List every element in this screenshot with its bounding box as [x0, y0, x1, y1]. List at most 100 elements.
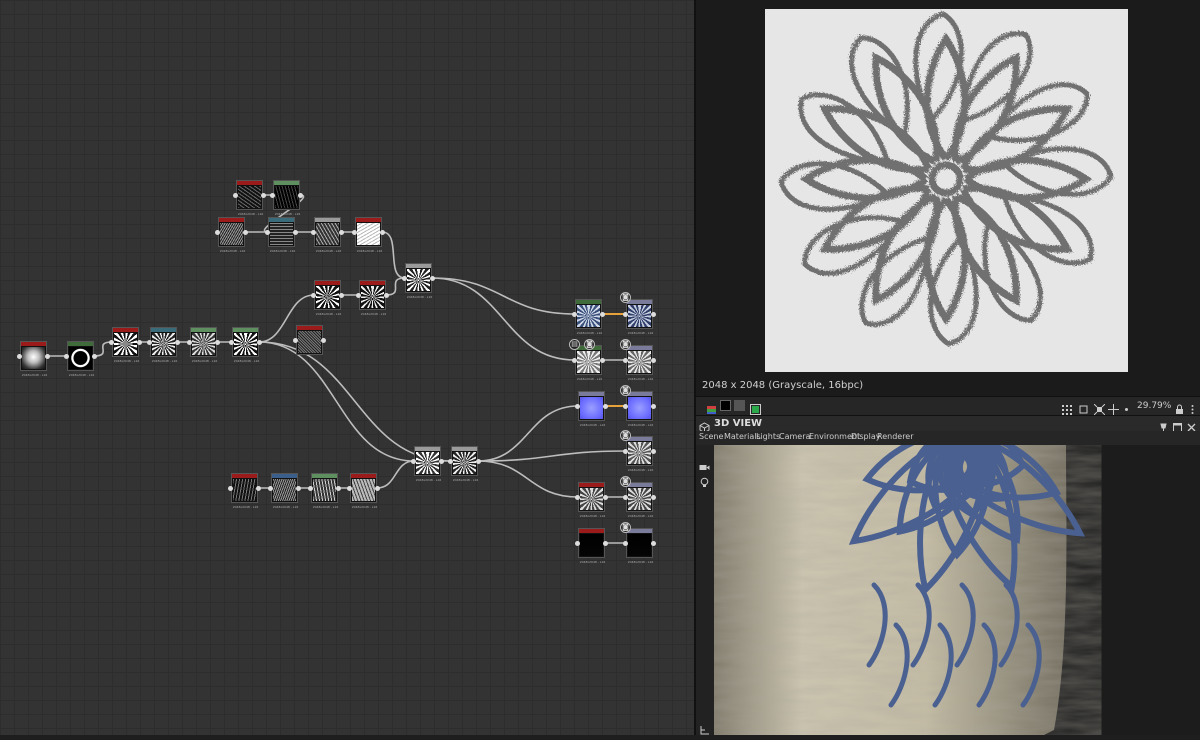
node-port-out[interactable] [603, 541, 608, 546]
zoom-level[interactable]: 29.79% [1137, 401, 1171, 411]
node-port-in[interactable] [623, 404, 628, 409]
graph-node-n27[interactable]: 2048x2048 - L16 [578, 391, 605, 427]
center-icon[interactable] [1093, 400, 1106, 416]
node-output-badge-icon[interactable]: ◙ [584, 339, 595, 350]
graph-node-n20[interactable]: 2048x2048 - L16 [350, 473, 377, 509]
axis-icon[interactable] [699, 721, 710, 735]
black-channel-icon[interactable] [720, 400, 731, 411]
node-graph-canvas[interactable]: 2048x2048 - L16 2048x2048 - L16 2048x2048 … [0, 0, 694, 735]
node-port-in[interactable] [347, 486, 352, 491]
lock-icon[interactable] [1174, 400, 1185, 414]
graph-node-n21[interactable]: 2048x2048 - L16 [414, 446, 441, 482]
node-port-in[interactable] [109, 340, 114, 345]
graph-node-n4[interactable]: 2048x2048 - L16 [150, 327, 177, 363]
graph-node-n6[interactable]: 2048x2048 - L16 [232, 327, 259, 363]
node-port-out[interactable] [651, 449, 656, 454]
node-port-out[interactable] [651, 358, 656, 363]
graph-node-n33[interactable]: 2048x2048 - L16 [626, 528, 653, 564]
graph-node-n13[interactable]: 2048x2048 - L16 [405, 263, 432, 299]
node-port-out[interactable] [261, 193, 266, 198]
graph-node-n7[interactable]: 2048x2048 - L16 [236, 180, 263, 216]
node-port-in[interactable] [308, 486, 313, 491]
more-icon[interactable] [1187, 400, 1198, 414]
node-port-out[interactable] [92, 354, 97, 359]
node-port-in[interactable] [623, 495, 628, 500]
node-port-in[interactable] [623, 541, 628, 546]
node-output-badge-icon[interactable]: ◙ [620, 522, 631, 533]
node-port-out[interactable] [215, 340, 220, 345]
node-port-out[interactable] [439, 459, 444, 464]
node-port-out[interactable] [298, 193, 303, 198]
node-port-out[interactable] [45, 354, 50, 359]
node-port-out[interactable] [339, 293, 344, 298]
node-port-in[interactable] [233, 193, 238, 198]
node-port-out[interactable] [321, 338, 326, 343]
graph-node-n2[interactable]: 2048x2048 - L16 [67, 341, 94, 377]
graph-node-n8[interactable]: 2048x2048 - L16 [273, 180, 300, 216]
menu-camera[interactable]: Camera [779, 432, 810, 441]
node-port-out[interactable] [256, 486, 261, 491]
node-port-in[interactable] [356, 293, 361, 298]
node-port-out[interactable] [293, 230, 298, 235]
crosshair-icon[interactable] [1108, 400, 1119, 415]
graph-node-n30[interactable]: 2048x2048 - L16 [578, 482, 605, 518]
graph-node-n17[interactable]: 2048x2048 - L16 [231, 473, 258, 509]
menu-lights[interactable]: Lights [756, 432, 780, 441]
graph-node-n12[interactable]: 2048x2048 - L16 [355, 217, 382, 253]
graph-node-n28[interactable]: 2048x2048 - L16 [626, 391, 653, 427]
graph-node-n1[interactable]: 2048x2048 - L16 [20, 341, 47, 377]
node-port-out[interactable] [430, 276, 435, 281]
light-icon[interactable] [699, 473, 710, 487]
node-port-out[interactable] [651, 541, 656, 546]
pin-icon[interactable] [1158, 418, 1169, 432]
graph-node-n23[interactable]: 2048x2048 - L16 [575, 299, 602, 335]
node-port-in[interactable] [293, 338, 298, 343]
node-port-in[interactable] [228, 486, 233, 491]
node-port-in[interactable] [411, 459, 416, 464]
graph-node-n14[interactable]: 2048x2048 - L16 [314, 280, 341, 316]
node-port-in[interactable] [311, 230, 316, 235]
node-port-in[interactable] [572, 312, 577, 317]
node-output-badge-icon[interactable]: ▤ [569, 339, 580, 350]
graph-node-n22[interactable]: 2048x2048 - L16 [451, 446, 478, 482]
node-port-in[interactable] [229, 340, 234, 345]
node-port-in[interactable] [270, 193, 275, 198]
graph-node-n26[interactable]: 2048x2048 - L16 [626, 345, 653, 381]
node-port-in[interactable] [575, 495, 580, 500]
node-output-badge-icon[interactable]: ◙ [620, 385, 631, 396]
node-port-out[interactable] [600, 358, 605, 363]
graph-node-n11[interactable]: 2048x2048 - L16 [314, 217, 341, 253]
node-port-in[interactable] [64, 354, 69, 359]
3d-viewport[interactable] [714, 445, 1200, 735]
graph-node-n31[interactable]: 2048x2048 - L16 [626, 482, 653, 518]
node-port-out[interactable] [375, 486, 380, 491]
node-port-out[interactable] [137, 340, 142, 345]
node-port-in[interactable] [352, 230, 357, 235]
graph-node-n32[interactable]: 2048x2048 - L16 [578, 528, 605, 564]
node-port-in[interactable] [311, 293, 316, 298]
node-port-out[interactable] [257, 340, 262, 345]
graph-node-n29[interactable]: 2048x2048 - L16 [626, 436, 653, 472]
node-port-in[interactable] [448, 459, 453, 464]
graph-node-n16[interactable] [296, 325, 323, 355]
node-output-badge-icon[interactable]: ◙ [620, 339, 631, 350]
close-icon[interactable] [1186, 418, 1197, 432]
node-port-out[interactable] [384, 293, 389, 298]
node-port-out[interactable] [476, 459, 481, 464]
menu-renderer[interactable]: Renderer [877, 432, 914, 441]
menu-scene[interactable]: Scene [699, 432, 723, 441]
node-port-in[interactable] [572, 358, 577, 363]
node-port-in[interactable] [147, 340, 152, 345]
gray-channel-icon[interactable] [734, 400, 745, 411]
node-port-out[interactable] [603, 495, 608, 500]
node-port-in[interactable] [623, 449, 628, 454]
node-port-out[interactable] [243, 230, 248, 235]
graph-node-n3[interactable]: 2048x2048 - L16 [112, 327, 139, 363]
camera-icon[interactable] [699, 458, 710, 470]
node-port-in[interactable] [575, 404, 580, 409]
node-port-in[interactable] [623, 312, 628, 317]
layers-icon[interactable] [706, 400, 717, 414]
node-port-in[interactable] [265, 230, 270, 235]
dot-icon[interactable] [1121, 400, 1132, 411]
node-port-out[interactable] [175, 340, 180, 345]
